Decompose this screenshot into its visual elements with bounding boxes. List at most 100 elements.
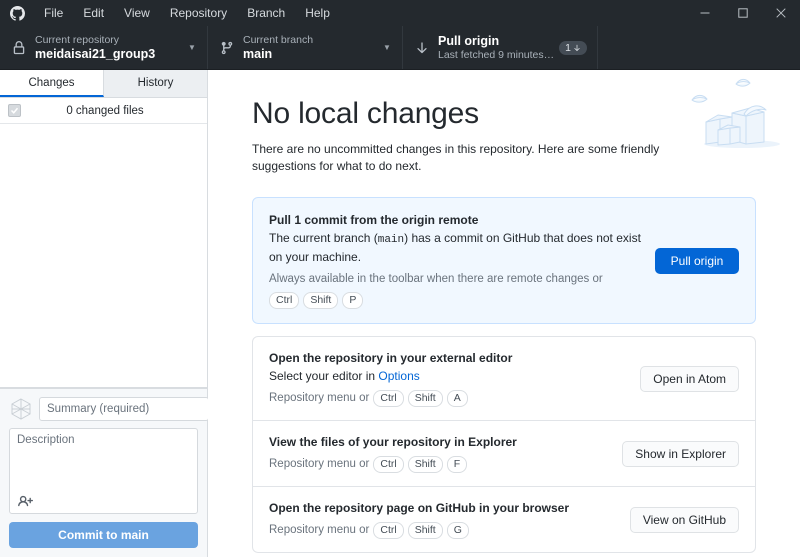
arrow-down-icon [413, 41, 431, 55]
open-in-editor-button[interactable]: Open in Atom [640, 365, 739, 392]
minimize-icon[interactable] [686, 0, 724, 26]
shortcut-keys: Ctrl Shift A [373, 390, 468, 407]
page-title: No local changes [252, 97, 479, 130]
hint-text: Always available in the toolbar when the… [269, 273, 603, 285]
kbd-ctrl: Ctrl [373, 390, 404, 407]
suggestion-title: Open the repository page on GitHub in yo… [269, 501, 570, 515]
ahead-behind-badge: 1 [559, 40, 587, 55]
suggestion-description: The current branch (main) has a commit o… [269, 230, 641, 266]
suggestion-hint: Repository menu or Ctrl Shift A [269, 390, 626, 407]
suggestion-text: View the files of your repository in Exp… [269, 434, 622, 473]
current-repository-button[interactable]: Current repository meidaisai21_group3 ▼ [0, 26, 208, 69]
lock-icon [10, 40, 28, 55]
list-item: Pull 1 commit from the origin remote The… [253, 198, 755, 323]
window-controls [686, 0, 800, 26]
menu-bar: File Edit View Repository Branch Help [34, 0, 340, 26]
kbd-shift: Shift [407, 522, 443, 539]
shortcut-keys: Ctrl Shift G [373, 522, 469, 539]
suggestion-text: Open the repository page on GitHub in yo… [269, 500, 630, 539]
kbd-shift: Shift [303, 292, 339, 309]
commit-description-input[interactable] [10, 429, 197, 513]
list-item: Open the repository page on GitHub in yo… [253, 487, 755, 552]
kbd-ctrl: Ctrl [269, 292, 300, 309]
current-repository-label: Current repository [35, 33, 120, 46]
select-all-checkbox[interactable] [8, 104, 21, 117]
changed-files-count: 0 changed files [66, 104, 144, 117]
title-bar: File Edit View Repository Branch Help [0, 0, 800, 26]
chevron-down-icon: ▼ [383, 43, 391, 52]
current-repository-value: meidaisai21_group3 [35, 46, 156, 61]
desc-prefix: The current branch ( [269, 231, 378, 245]
suggestion-card-pull: Pull 1 commit from the origin remote The… [252, 197, 756, 324]
close-icon[interactable] [762, 0, 800, 26]
suggestion-text: Pull 1 commit from the origin remote The… [269, 212, 655, 309]
menu-view[interactable]: View [114, 0, 160, 26]
main-panel: No local changes There are no uncommitte… [208, 70, 800, 557]
menu-file[interactable]: File [34, 0, 73, 26]
kbd-ctrl: Ctrl [373, 522, 404, 539]
suggestion-description: Select your editor in Options [269, 368, 626, 385]
suggestion-title: View the files of your repository in Exp… [269, 435, 517, 449]
suggestion-hint: Repository menu or Ctrl Shift F [269, 456, 608, 473]
menu-help[interactable]: Help [295, 0, 340, 26]
suggestion-card-actions: Open the repository in your external edi… [252, 336, 756, 553]
placeholder-avatar-icon [9, 397, 33, 421]
body: Changes History 0 changed files Summary … [0, 70, 800, 557]
menu-repository[interactable]: Repository [160, 0, 237, 26]
tab-changes[interactable]: Changes [0, 70, 104, 97]
kbd-letter: F [446, 456, 468, 473]
current-branch-label: Current branch [243, 33, 314, 46]
shortcut-keys: Ctrl Shift F [373, 456, 468, 473]
menu-branch[interactable]: Branch [237, 0, 295, 26]
current-branch-button[interactable]: Current branch main ▼ [208, 26, 403, 69]
suggestion-hint: Repository menu or Ctrl Shift G [269, 522, 616, 539]
hint-text: Repository menu or [269, 392, 370, 404]
changed-files-header: 0 changed files [0, 98, 207, 124]
pull-origin-button[interactable]: Pull origin Last fetched 9 minutes ago 1 [403, 26, 598, 69]
github-mark-icon [0, 0, 34, 26]
sidebar-tabs: Changes History [0, 70, 207, 98]
pull-origin-label: Pull origin [438, 33, 500, 48]
toolbar: Current repository meidaisai21_group3 ▼ … [0, 26, 800, 70]
pull-origin-action-button[interactable]: Pull origin [655, 247, 739, 274]
commit-to-main-button[interactable]: Commit to main [9, 522, 198, 548]
branch-icon [218, 41, 236, 55]
commit-form: Commit to main [0, 388, 209, 557]
add-person-icon[interactable] [15, 492, 35, 510]
page-subtitle: There are no uncommitted changes in this… [252, 142, 660, 173]
list-item: View the files of your repository in Exp… [253, 421, 755, 487]
suggestion-title: Pull 1 commit from the origin remote [269, 213, 479, 227]
kbd-ctrl: Ctrl [373, 456, 404, 473]
badge-count: 1 [565, 41, 571, 54]
suggestion-hint: Always available in the toolbar when the… [269, 271, 641, 309]
sidebar: Changes History 0 changed files Summary … [0, 70, 209, 557]
suggestion-title: Open the repository in your external edi… [269, 351, 513, 365]
hint-text: Repository menu or [269, 458, 370, 470]
commit-summary-input[interactable] [39, 397, 209, 421]
show-in-explorer-button[interactable]: Show in Explorer [622, 440, 739, 467]
shortcut-keys: Ctrl Shift P [269, 292, 364, 309]
menu-edit[interactable]: Edit [73, 0, 114, 26]
commit-summary-row [9, 397, 209, 421]
kbd-shift: Shift [407, 456, 443, 473]
commit-description-box [9, 428, 198, 514]
current-branch-value: main [243, 46, 273, 61]
arrow-down-icon [574, 44, 580, 51]
chevron-down-icon: ▼ [188, 43, 196, 52]
view-on-github-button[interactable]: View on GitHub [629, 506, 739, 533]
options-link[interactable]: Options [378, 369, 419, 383]
list-item: Open the repository in your external edi… [253, 337, 755, 421]
branch-code: main [377, 234, 405, 246]
suggestion-text: Open the repository in your external edi… [269, 350, 640, 407]
hint-text: Repository menu or [269, 524, 370, 536]
kbd-shift: Shift [407, 390, 443, 407]
kbd-letter: G [446, 522, 469, 539]
kbd-letter: P [342, 292, 364, 309]
changed-files-list[interactable] [0, 124, 207, 388]
pull-origin-sublabel: Last fetched 9 minutes ago [438, 48, 556, 61]
tab-history[interactable]: History [104, 70, 207, 97]
desc-prefix: Select your editor in [269, 369, 379, 383]
suggestion-cards: Pull 1 commit from the origin remote The… [252, 197, 756, 553]
maximize-icon[interactable] [724, 0, 762, 26]
